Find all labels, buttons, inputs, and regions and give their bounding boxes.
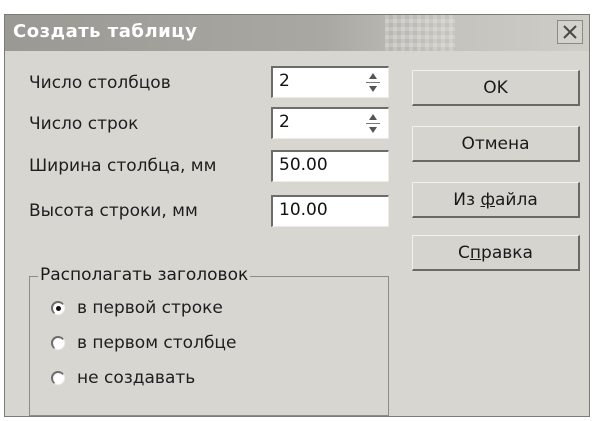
rows-spin-buttons[interactable] <box>362 111 384 135</box>
radio-none[interactable]: не создавать <box>51 366 195 390</box>
columns-spin-buttons[interactable] <box>362 70 384 94</box>
row-height-label: Высота строки, мм <box>29 201 198 221</box>
spin-up-icon[interactable] <box>362 70 384 82</box>
ok-button[interactable]: OK <box>412 70 580 106</box>
spin-down-icon[interactable] <box>362 124 384 136</box>
radio-first-column-label: в первом столбце <box>77 333 237 353</box>
close-button[interactable] <box>557 20 583 44</box>
spin-down-icon[interactable] <box>362 83 384 95</box>
radio-button[interactable] <box>51 336 65 350</box>
rows-label: Число строк <box>29 114 139 134</box>
rows-value: 2 <box>279 112 290 132</box>
rows-spinbox[interactable]: 2 <box>271 107 389 139</box>
row-height-input[interactable]: 10.00 <box>271 195 389 227</box>
columns-value: 2 <box>279 71 290 91</box>
radio-button-checked[interactable] <box>51 301 65 315</box>
row-height-value: 10.00 <box>279 200 328 220</box>
columns-spinbox[interactable]: 2 <box>271 66 389 98</box>
radio-none-label: не создавать <box>77 368 196 388</box>
columns-label: Число столбцов <box>29 73 171 93</box>
from-file-button[interactable]: Из файла <box>412 182 580 218</box>
help-label: Справка <box>458 242 533 263</box>
col-width-input[interactable]: 50.00 <box>271 150 389 182</box>
radio-button[interactable] <box>51 371 65 385</box>
close-icon <box>563 25 577 39</box>
col-width-label: Ширина столбца, мм <box>29 156 217 176</box>
ok-label: OK <box>483 77 508 98</box>
from-file-label: Из файла <box>453 189 538 210</box>
title-bar[interactable]: Создать таблицу <box>5 15 589 51</box>
title-bar-pattern <box>385 15 455 51</box>
header-placement-title: Располагать заголовок <box>38 265 251 285</box>
create-table-dialog: Создать таблицу Число столбцов Число стр… <box>4 14 590 417</box>
cancel-button[interactable]: Отмена <box>412 126 580 162</box>
spin-up-icon[interactable] <box>362 111 384 123</box>
help-button[interactable]: Справка <box>412 235 580 271</box>
col-width-value: 50.00 <box>279 155 328 175</box>
radio-first-row[interactable]: в первой строке <box>51 296 223 320</box>
dialog-title: Создать таблицу <box>13 21 198 42</box>
cancel-label: Отмена <box>461 133 530 154</box>
radio-first-column[interactable]: в первом столбце <box>51 331 236 355</box>
radio-first-row-label: в первой строке <box>77 298 223 318</box>
